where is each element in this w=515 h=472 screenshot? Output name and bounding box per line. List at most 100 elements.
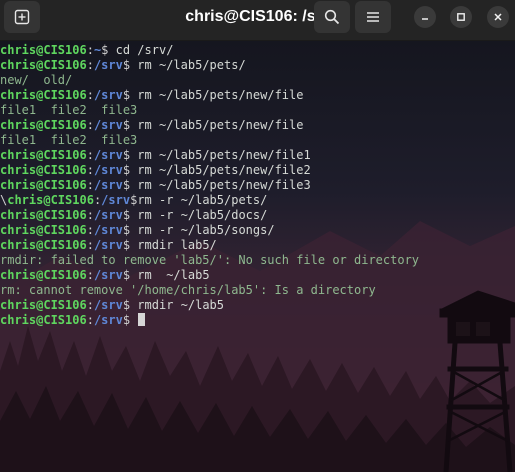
terminal-prompt-line: chris@CIS106:/srv$ rm -r ~/lab5/docs/	[0, 208, 267, 223]
terminal-prompt-line: chris@CIS106:/srv$ rmdir ~/lab5	[0, 298, 224, 313]
prompt-user-host: chris@CIS106	[0, 238, 87, 252]
terminal-output-line: new/ old/	[0, 73, 72, 88]
prompt-symbol: $	[122, 88, 131, 102]
prompt-separator: :	[86, 313, 94, 327]
prompt-path: /srv	[93, 238, 123, 252]
header-bar: chris@CIS106: /srv	[0, 0, 515, 41]
prompt-separator: :	[86, 223, 94, 237]
prompt-symbol: $	[122, 223, 131, 237]
terminal-prompt-line: chris@CIS106:/srv$ rmdir lab5/	[0, 238, 217, 253]
prompt-symbol: $	[122, 163, 131, 177]
prompt-path: /srv	[93, 148, 123, 162]
prompt-path: /srv	[101, 193, 131, 207]
prompt-user-host: chris@CIS106	[0, 313, 87, 327]
prompt-path: /srv	[93, 208, 123, 222]
prompt-separator: :	[86, 118, 94, 132]
search-button[interactable]	[314, 1, 350, 33]
prompt-symbol: $	[122, 118, 131, 132]
terminal-prompt-line: chris@CIS106:/srv$ rm ~/lab5/pets/	[0, 58, 246, 73]
close-icon	[494, 13, 502, 21]
command-text: rm ~/lab5/pets/new/file2	[130, 163, 311, 177]
command-text: cd /srv/	[108, 43, 174, 57]
maximize-button[interactable]	[450, 6, 472, 28]
prompt-separator: :	[86, 148, 94, 162]
prompt-separator: :	[86, 43, 94, 57]
prompt-user-host: chris@CIS106	[0, 118, 87, 132]
terminal-output-line: file1 file2 file3	[0, 133, 137, 148]
prompt-user-host: chris@CIS106	[0, 163, 87, 177]
prompt-user-host: chris@CIS106	[0, 223, 87, 237]
prompt-symbol: $	[122, 298, 131, 312]
terminal-area[interactable]: chris@CIS106:~$ cd /srv/chris@CIS106:/sr…	[0, 41, 515, 472]
new-tab-button[interactable]	[4, 1, 40, 33]
command-text: rm -r ~/lab5/pets/	[137, 193, 268, 207]
prompt-path: /srv	[93, 223, 123, 237]
prompt-user-host: chris@CIS106	[0, 178, 87, 192]
prompt-symbol: $	[122, 313, 131, 327]
minimize-button[interactable]	[414, 6, 436, 28]
menu-button[interactable]	[355, 1, 391, 33]
prompt-user-host: chris@CIS106	[0, 58, 87, 72]
command-text: rm ~/lab5/pets/new/file1	[130, 148, 311, 162]
output-text: file1 file2 file3	[0, 103, 138, 117]
prompt-user-host: chris@CIS106	[0, 268, 87, 282]
terminal-prompt-line: \chris@CIS106:/srv$rm -r ~/lab5/pets/	[0, 193, 267, 208]
output-text: rm: cannot remove '/home/chris/lab5': Is…	[0, 283, 376, 297]
prompt-path: /srv	[93, 58, 123, 72]
terminal-prompt-line: chris@CIS106:/srv$ rm ~/lab5/pets/new/fi…	[0, 178, 311, 193]
prompt-user-host: chris@CIS106	[0, 208, 87, 222]
prompt-path: /srv	[93, 118, 123, 132]
terminal-prompt-line: chris@CIS106:/srv$ rm ~/lab5/pets/new/fi…	[0, 118, 303, 133]
prompt-symbol: $	[122, 178, 131, 192]
prompt-path: /srv	[93, 163, 123, 177]
terminal-prompt-line: chris@CIS106:/srv$ rm ~/lab5/pets/new/fi…	[0, 163, 311, 178]
terminal-output-line: rm: cannot remove '/home/chris/lab5': Is…	[0, 283, 376, 298]
prompt-separator: :	[86, 88, 94, 102]
prompt-user-host: chris@CIS106	[0, 88, 87, 102]
prompt-path: /srv	[93, 268, 123, 282]
prompt-symbol: $	[122, 238, 131, 252]
prompt-separator: :	[86, 298, 94, 312]
terminal-prompt-line: chris@CIS106:/srv$ rm ~/lab5	[0, 268, 210, 283]
command-text: rm ~/lab5	[130, 268, 210, 282]
command-text: rm ~/lab5/pets/	[130, 58, 246, 72]
prompt-separator: :	[86, 178, 94, 192]
prompt-separator: :	[86, 163, 94, 177]
terminal-prompt-line: chris@CIS106:/srv$ rm ~/lab5/pets/new/fi…	[0, 148, 311, 163]
close-button[interactable]	[487, 6, 509, 28]
command-text: rmdir lab5/	[130, 238, 217, 252]
hamburger-menu-icon	[367, 12, 379, 22]
command-text: rm ~/lab5/pets/new/file	[130, 118, 304, 132]
prompt-user-host: chris@CIS106	[0, 298, 87, 312]
terminal-prompt-line: chris@CIS106:/srv$ rm ~/lab5/pets/new/fi…	[0, 88, 303, 103]
prompt-symbol: $	[122, 268, 131, 282]
prompt-user-host: chris@CIS106	[0, 43, 87, 57]
command-text: rm ~/lab5/pets/new/file3	[130, 178, 311, 192]
command-text: rm -r ~/lab5/docs/	[130, 208, 268, 222]
prompt-separator: :	[86, 268, 94, 282]
terminal-prompt-line: chris@CIS106:~$ cd /srv/	[0, 43, 173, 58]
terminal-output-line: rmdir: failed to remove 'lab5/': No such…	[0, 253, 419, 268]
prompt-separator: :	[86, 208, 94, 222]
command-text: rmdir ~/lab5	[130, 298, 224, 312]
maximize-icon	[457, 13, 465, 21]
prompt-separator: :	[86, 238, 94, 252]
prompt-symbol: $	[122, 208, 131, 222]
prompt-separator: :	[86, 58, 94, 72]
terminal-window: chris@CIS106: /srv chris@CIS106:~$ cd /s…	[0, 0, 515, 472]
output-text: file1 file2 file3	[0, 133, 138, 147]
minimize-icon	[422, 18, 428, 20]
prompt-user-host: chris@CIS106	[7, 193, 94, 207]
prompt-path: /srv	[93, 313, 123, 327]
prompt-user-host: chris@CIS106	[0, 148, 87, 162]
command-text: rm ~/lab5/pets/new/file	[130, 88, 304, 102]
prompt-path: /srv	[93, 88, 123, 102]
text-cursor	[138, 313, 146, 326]
prompt-path: /srv	[93, 178, 123, 192]
terminal-prompt-line: chris@CIS106:/srv$	[0, 313, 146, 328]
output-text: rmdir: failed to remove 'lab5/': No such…	[0, 253, 420, 267]
prompt-symbol: $	[122, 58, 131, 72]
command-text: rm -r ~/lab5/songs/	[130, 223, 275, 237]
command-text	[130, 313, 137, 327]
prompt-symbol: $	[122, 148, 131, 162]
